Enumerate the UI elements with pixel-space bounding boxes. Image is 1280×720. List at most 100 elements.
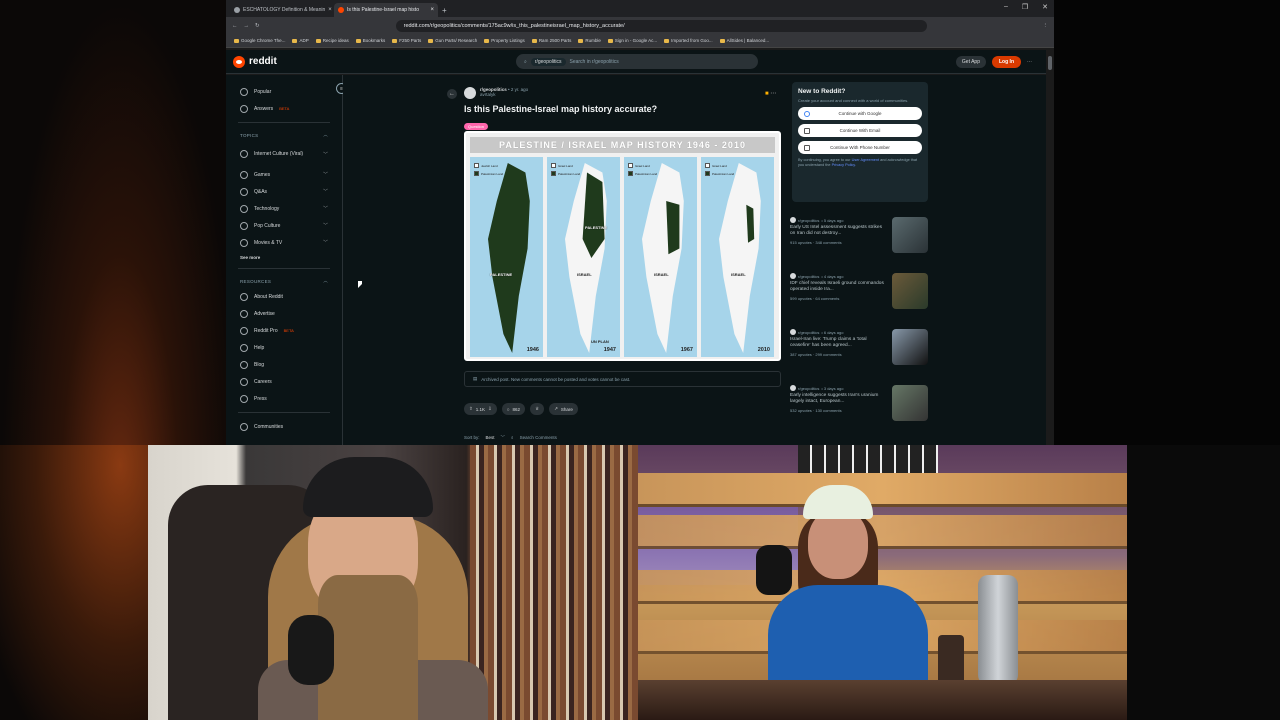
chevron-up-icon: ︿ <box>323 278 328 283</box>
map-label: PALESTINE <box>490 272 513 277</box>
share-icon: ↗ <box>554 406 558 411</box>
more-icon[interactable]: ⋯ <box>770 91 776 97</box>
see-more-link[interactable]: See more <box>226 251 342 263</box>
log-in-button[interactable]: Log In <box>992 55 1021 68</box>
post-header: r/geopolitics • 2 yr. ago avrtalyk <box>464 87 528 99</box>
sidebar-item-help[interactable]: Help <box>226 339 342 356</box>
related-post[interactable]: r/geopolitics • 6 days ago Israel-Iran li… <box>790 329 930 379</box>
sidebar-item-about-reddit[interactable]: About Reddit <box>226 288 342 305</box>
privacy-policy-link[interactable]: Privacy Policy. <box>832 163 856 167</box>
sidebar-item-reddit-pro[interactable]: Reddit Pro BETA <box>226 322 342 339</box>
url-text: reddit.com/r/geopolitics/comments/175ac9… <box>403 22 625 29</box>
award-icon[interactable]: ■ <box>765 91 769 97</box>
divider <box>238 122 330 123</box>
microphone <box>756 545 792 595</box>
sidebar-item-internet-culture[interactable]: Internet Culture (Viral) ﹀ <box>226 142 342 166</box>
sidebar-item-pop-culture[interactable]: Pop Culture ﹀ <box>226 217 342 234</box>
bookmark-item[interactable]: Imported from Goo... <box>664 38 713 43</box>
search-icon: ⌕ <box>511 435 514 440</box>
sidebar-item-games[interactable]: Games ﹀ <box>226 166 342 183</box>
window-controls: – ❐ ✕ <box>1004 3 1048 11</box>
map-land-shape <box>488 163 530 353</box>
comments-button[interactable]: ○ 862 <box>501 403 526 415</box>
bookmark-item[interactable]: Property Listings <box>484 38 525 43</box>
extensions-icon[interactable]: ⋮ <box>1043 23 1049 29</box>
minimize-icon[interactable]: – <box>1004 3 1008 11</box>
sidebar-item-qas[interactable]: Q&As ﹀ <box>226 183 342 200</box>
bookmark-item[interactable]: Recipe ideas <box>315 38 349 43</box>
related-post[interactable]: r/geopolitics • 5 days ago Early US Intel… <box>790 217 930 267</box>
sidebar-item-movies-tv[interactable]: Movies & TV ﹀ <box>226 234 342 251</box>
continue-google-button[interactable]: Continue with Google <box>798 107 922 120</box>
bookmark-item[interactable]: ADP <box>292 38 309 43</box>
bookmark-item[interactable]: Gun Parts/ Research <box>428 38 477 43</box>
scrollbar-thumb[interactable] <box>1048 56 1052 70</box>
topics-header[interactable]: TOPICS ︿ <box>226 128 342 142</box>
bookmark-item[interactable]: Rumble <box>578 38 601 43</box>
tab-eschatology[interactable]: ESCHATOLOGY Definition & Meanin × <box>230 3 334 17</box>
related-thumbnail <box>892 385 928 421</box>
related-title: Early intelligence suggests Iran's urani… <box>790 393 879 404</box>
webcam-right <box>638 445 1127 720</box>
sidebar-item-technology[interactable]: Technology ﹀ <box>226 200 342 217</box>
map-label: ISRAEL <box>731 272 746 277</box>
cup <box>938 635 964 685</box>
bookmark-item[interactable]: Sign in - Google Ac... <box>607 38 657 43</box>
chevron-down-icon: ﹀ <box>322 223 328 229</box>
sidebar-item-popular[interactable]: Popular <box>226 83 342 100</box>
continue-phone-button[interactable]: Continue With Phone Number <box>798 141 922 154</box>
subreddit-avatar[interactable] <box>464 87 476 99</box>
user-agreement-link[interactable]: User Agreement <box>852 158 879 162</box>
related-post[interactable]: r/geopolitics • 3 days ago Early intellig… <box>790 385 930 435</box>
close-icon[interactable]: × <box>430 7 434 13</box>
bookmark-item[interactable]: Bookmarks <box>355 38 385 43</box>
reload-icon[interactable]: ↻ <box>255 23 260 29</box>
sidebar-item-careers[interactable]: Careers <box>226 373 342 390</box>
continue-email-button[interactable]: Continue With Email <box>798 124 922 137</box>
new-tab-button[interactable]: + <box>438 6 451 17</box>
bookmark-item[interactable]: AllSides | Balanced... <box>719 38 769 43</box>
subreddit-chip[interactable]: r/geopolitics <box>530 57 566 66</box>
movies-tv-icon <box>240 238 248 247</box>
vote-button[interactable]: ⇧ 1.1K ⇩ <box>464 403 497 415</box>
bookmark-item[interactable]: Google Chrome The... <box>234 38 285 43</box>
sidebar-item-advertise[interactable]: Advertise <box>226 305 342 322</box>
url-field[interactable]: reddit.com/r/geopolitics/comments/175ac9… <box>395 19 927 32</box>
get-app-button[interactable]: Get App <box>955 55 986 68</box>
close-icon[interactable]: × <box>328 7 332 13</box>
desk <box>638 680 1127 720</box>
share-button[interactable]: ↗ Share <box>549 403 578 415</box>
restore-icon[interactable]: ❐ <box>1022 3 1028 11</box>
related-title: Early US Intel assessment suggests strik… <box>790 225 882 236</box>
search-input[interactable]: ⌕ r/geopolitics Search in r/geopolitics <box>516 54 758 69</box>
bookmark-item[interactable]: F250 Parts <box>392 38 421 43</box>
bookmark-item[interactable]: Ram 2500 Parts <box>531 38 571 43</box>
sidebar-item-press[interactable]: Press <box>226 390 342 407</box>
card-description: Create your account and connect with a w… <box>798 98 909 103</box>
folder-icon <box>719 38 725 43</box>
sort-dropdown[interactable]: Best <box>486 435 495 441</box>
close-window-icon[interactable]: ✕ <box>1042 3 1048 11</box>
resources-header[interactable]: RESOURCES ︿ <box>226 274 342 288</box>
post-flair[interactable]: Question <box>464 123 489 130</box>
back-button[interactable]: ← <box>447 89 457 99</box>
page-scrollbar[interactable] <box>1046 50 1054 445</box>
comment-icon: ○ <box>506 406 510 412</box>
back-icon[interactable]: ← <box>232 23 238 29</box>
forward-icon[interactable]: → <box>244 23 250 29</box>
post-image[interactable]: PALESTINE / ISRAEL MAP HISTORY 1946 - 20… <box>464 131 781 361</box>
author-link[interactable]: avrtalyk <box>480 92 528 97</box>
search-comments-input[interactable]: Search Comments <box>520 435 557 441</box>
award-button[interactable]: ♕ <box>530 403 545 415</box>
map-year: 1967 <box>680 347 693 353</box>
folder-icon <box>355 38 361 43</box>
sidebar-item-answers[interactable]: Answers BETA <box>226 100 342 117</box>
tab-reddit[interactable]: Is this Palestine-Israel map histo × <box>334 3 438 17</box>
sidebar-item-communities[interactable]: Communities <box>226 418 342 435</box>
folder-icon <box>607 38 613 43</box>
about-icon <box>240 292 248 301</box>
reddit-logo[interactable]: reddit <box>233 55 277 68</box>
sidebar-item-blog[interactable]: Blog <box>226 356 342 373</box>
related-post[interactable]: r/geopolitics • 4 days ago IDF chief reve… <box>790 273 930 323</box>
more-options-icon[interactable]: ⋯ <box>1027 59 1032 65</box>
